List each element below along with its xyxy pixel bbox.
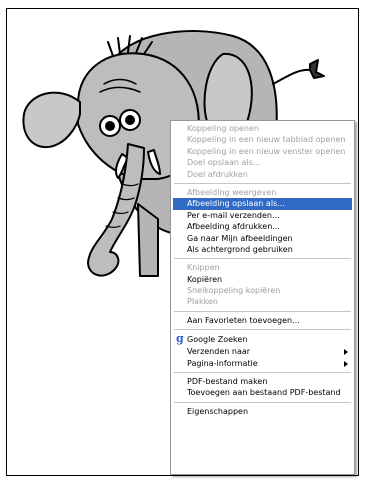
menu-separator <box>174 182 351 184</box>
menu-item-pdf-bestand-maken[interactable]: PDF-bestand maken <box>173 376 352 387</box>
menu-item-koppeling-openen[interactable]: Koppeling openen <box>173 123 352 134</box>
menu-item-label: Als achtergrond gebruiken <box>187 244 293 254</box>
menu-separator <box>174 401 351 403</box>
menu-item-label: Ga naar Mijn afbeeldingen <box>187 233 293 243</box>
menu-item-aan-favorieten-toevoegen[interactable]: Aan Favorieten toevoegen... <box>173 315 352 326</box>
menu-separator <box>174 310 351 312</box>
menu-item-label: Per e-mail verzenden... <box>187 210 280 220</box>
menu-item-label: Snelkoppeling kopiëren <box>187 286 281 296</box>
menu-item-kopieren[interactable]: Kopiëren <box>173 274 352 285</box>
menu-item-eigenschappen[interactable]: Eigenschappen <box>173 406 352 417</box>
menu-item-label: Doel afdrukken <box>187 169 248 179</box>
menu-separator <box>174 258 351 260</box>
menu-item-doel-afdrukken[interactable]: Doel afdrukken <box>173 169 352 180</box>
menu-item-pagina-informatie[interactable]: Pagina-informatie <box>173 358 352 369</box>
menu-item-label: Afbeelding weergeven <box>187 187 277 197</box>
menu-item-label: Knippen <box>187 263 220 273</box>
menu-item-toevoegen-aan-bestaand-pdf-bestand[interactable]: Toevoegen aan bestaand PDF-bestand <box>173 387 352 398</box>
menu-item-label: Koppeling in een nieuw tabblad openen <box>187 135 346 145</box>
menu-item-label: Afbeelding opslaan als... <box>187 199 285 209</box>
menu-item-plakken[interactable]: Plakken <box>173 296 352 307</box>
menu-item-google-zoeken[interactable]: g Google Zoeken <box>173 333 352 346</box>
menu-item-label: Aan Favorieten toevoegen... <box>187 315 300 325</box>
menu-item-label: Doel opslaan als... <box>187 158 261 168</box>
submenu-arrow-icon <box>344 349 348 356</box>
menu-item-label: Eigenschappen <box>187 406 249 416</box>
menu-item-label: Plakken <box>187 297 218 307</box>
menu-item-label: Koppeling in een nieuw venster openen <box>187 146 346 156</box>
menu-item-label: PDF-bestand maken <box>187 377 268 387</box>
menu-item-afbeelding-opslaan-als[interactable]: Afbeelding opslaan als... <box>173 198 352 210</box>
menu-item-verzenden-naar[interactable]: Verzenden naar <box>173 346 352 357</box>
menu-item-ga-naar-mijn-afbeeldingen[interactable]: Ga naar Mijn afbeeldingen <box>173 233 352 244</box>
menu-item-label: Verzenden naar <box>187 347 251 357</box>
menu-item-als-achtergrond-gebruiken[interactable]: Als achtergrond gebruiken <box>173 244 352 255</box>
menu-item-per-e-mail-verzenden[interactable]: Per e-mail verzenden... <box>173 210 352 221</box>
menu-item-label: Toevoegen aan bestaand PDF-bestand <box>187 388 341 398</box>
menu-item-doel-opslaan-als[interactable]: Doel opslaan als... <box>173 157 352 168</box>
menu-item-koppeling-in-een-nieuw-tabblad-openen[interactable]: Koppeling in een nieuw tabblad openen <box>173 134 352 145</box>
menu-item-koppeling-in-een-nieuw-venster-openen[interactable]: Koppeling in een nieuw venster openen <box>173 146 352 157</box>
menu-item-afbeelding-afdrukken[interactable]: Afbeelding afdrukken... <box>173 221 352 232</box>
menu-separator <box>174 329 351 331</box>
menu-item-label: Kopiëren <box>187 274 223 284</box>
menu-item-label: Pagina-informatie <box>187 358 258 368</box>
google-g-icon: g <box>176 333 184 346</box>
menu-item-label: Afbeelding afdrukken... <box>187 222 280 232</box>
submenu-arrow-icon <box>344 360 348 367</box>
menu-item-snelkoppeling-kopieren[interactable]: Snelkoppeling kopiëren <box>173 285 352 296</box>
menu-item-label: Google Zoeken <box>187 335 248 345</box>
context-menu: Koppeling openen Koppeling in een nieuw t… <box>170 120 355 475</box>
menu-item-afbeelding-weergeven[interactable]: Afbeelding weergeven <box>173 187 352 198</box>
menu-item-label: Koppeling openen <box>187 124 259 133</box>
menu-item-knippen[interactable]: Knippen <box>173 262 352 273</box>
menu-separator <box>174 372 351 374</box>
